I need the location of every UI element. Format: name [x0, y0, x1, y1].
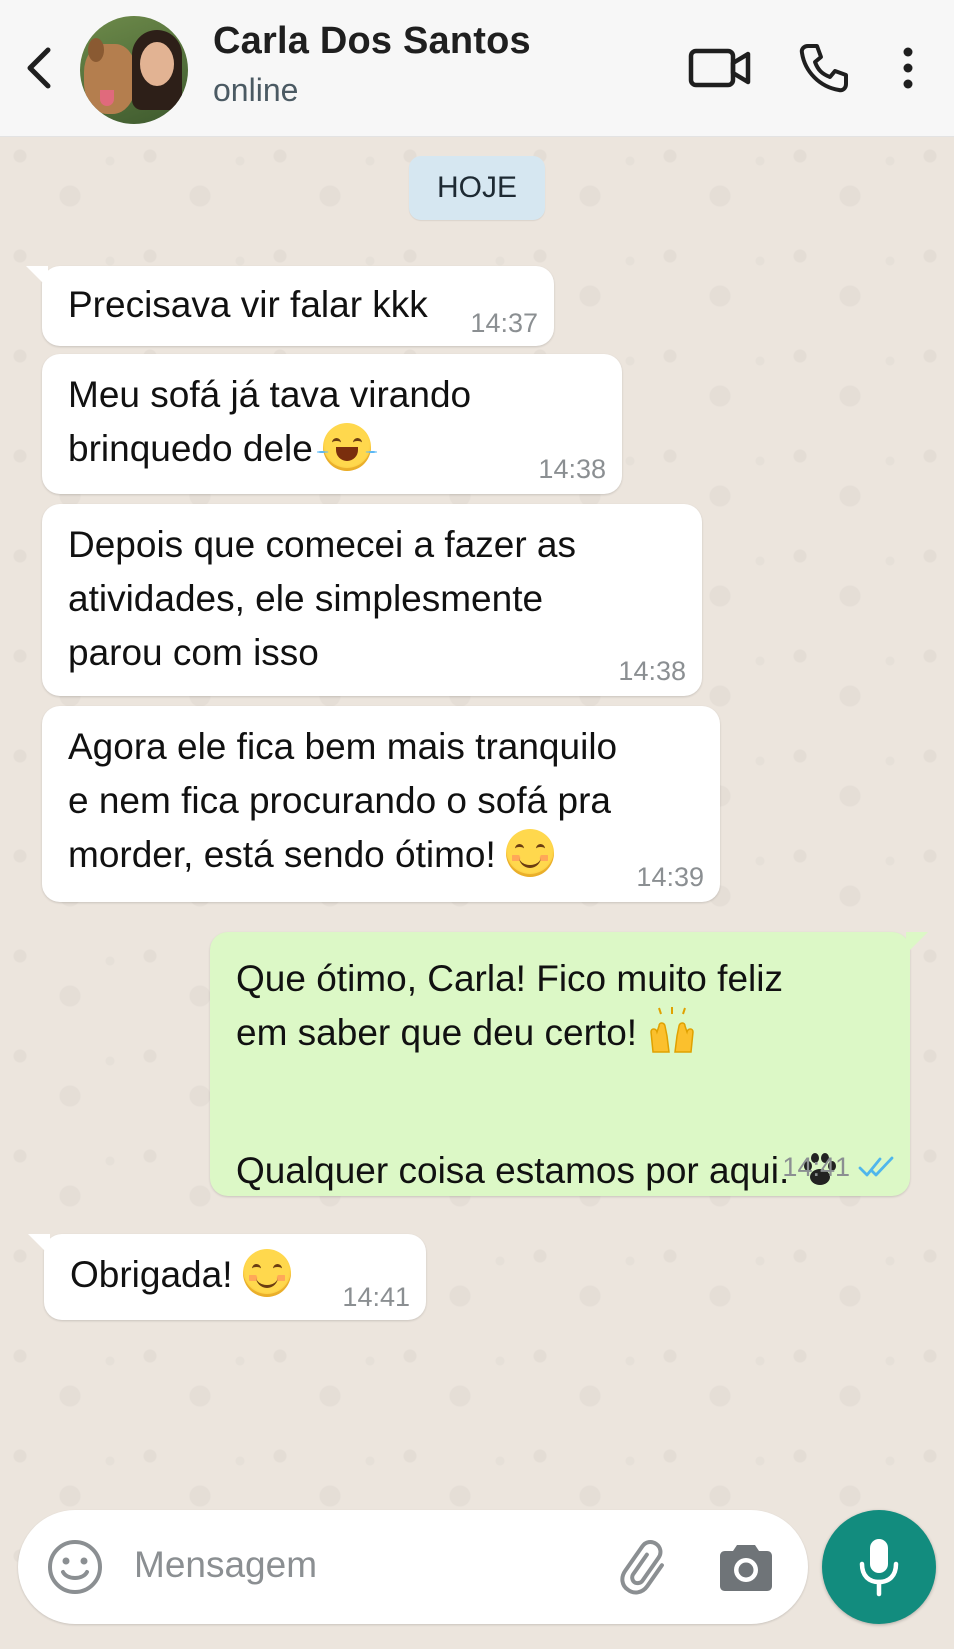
avatar[interactable] [80, 16, 188, 124]
smiling-face-emoji-icon [506, 829, 555, 878]
laughing-tears-emoji-icon [317, 423, 378, 472]
camera-icon [720, 1545, 772, 1591]
message-text-content: Qualquer coisa estamos por aqui. [236, 1150, 790, 1192]
bubble-tail [28, 1234, 50, 1256]
bubble-tail [26, 266, 48, 288]
camera-button[interactable] [716, 1542, 776, 1594]
more-options-button[interactable] [890, 40, 926, 96]
avatar-dog-tongue [100, 90, 114, 106]
message-bubble[interactable]: Precisava vir falar kkk 14:37 [26, 266, 554, 346]
raising-hands-emoji-icon [650, 1007, 695, 1053]
avatar-face [140, 42, 174, 86]
message-composer[interactable]: Mensagem [18, 1510, 808, 1624]
message-text: Obrigada! [70, 1248, 291, 1302]
phone-icon [799, 44, 848, 93]
message-text: Precisava vir falar kkk [68, 284, 428, 325]
back-button[interactable] [20, 40, 60, 96]
message-time: 14:39 [636, 862, 704, 892]
contact-name[interactable]: Carla Dos Santos [213, 20, 531, 63]
message-text: Que ótimo, Carla! Fico muito feliz em sa… [236, 952, 840, 1198]
message-time: 14:38 [538, 454, 606, 484]
message-text: Meu sofá já tava virando brinquedo dele [68, 368, 471, 476]
message-text: Depois que comecei a fazer as atividades… [68, 524, 576, 673]
emoji-button[interactable] [46, 1538, 104, 1596]
voice-call-button[interactable] [796, 40, 852, 96]
emoji-smile-icon [48, 1540, 102, 1594]
date-separator: HOJE [409, 156, 545, 220]
message-time-row: 14:41 [782, 1152, 896, 1182]
avatar-dog-ear [88, 38, 104, 62]
attach-button[interactable] [618, 1538, 674, 1596]
message-text: Agora ele fica bem mais tranquilo e nem … [68, 720, 617, 882]
message-bubble[interactable]: Depois que comecei a fazer as atividades… [42, 504, 702, 696]
message-time: 14:37 [470, 308, 538, 338]
contact-status: online [213, 72, 299, 108]
video-call-button[interactable] [688, 40, 752, 96]
message-time: 14:41 [782, 1152, 850, 1182]
message-text-content: Obrigada! [70, 1254, 233, 1295]
message-bubble-outgoing[interactable]: Que ótimo, Carla! Fico muito feliz em sa… [210, 932, 928, 1198]
chevron-left-icon [27, 47, 51, 89]
message-text-content: Que ótimo, Carla! Fico muito feliz em sa… [236, 958, 783, 1053]
double-check-read-icon [858, 1156, 894, 1177]
voice-message-button[interactable] [822, 1510, 936, 1624]
smiling-face-emoji-icon [242, 1249, 291, 1298]
message-bubble[interactable]: Obrigada! 14:41 [28, 1234, 426, 1320]
message-bubble[interactable]: Meu sofá já tava virando brinquedo dele … [42, 354, 622, 494]
video-camera-icon [688, 48, 751, 88]
more-vertical-icon [903, 47, 913, 89]
paperclip-icon [620, 1540, 664, 1595]
message-bubble[interactable]: Agora ele fica bem mais tranquilo e nem … [42, 706, 720, 902]
message-input[interactable]: Mensagem [134, 1544, 317, 1586]
message-time: 14:41 [342, 1282, 410, 1312]
microphone-icon [859, 1539, 899, 1597]
message-time: 14:38 [618, 656, 686, 686]
message-text-content: Meu sofá já tava virando brinquedo dele [68, 374, 472, 469]
bubble-tail [906, 932, 928, 954]
chat-header: Carla Dos Santos online [0, 0, 954, 137]
